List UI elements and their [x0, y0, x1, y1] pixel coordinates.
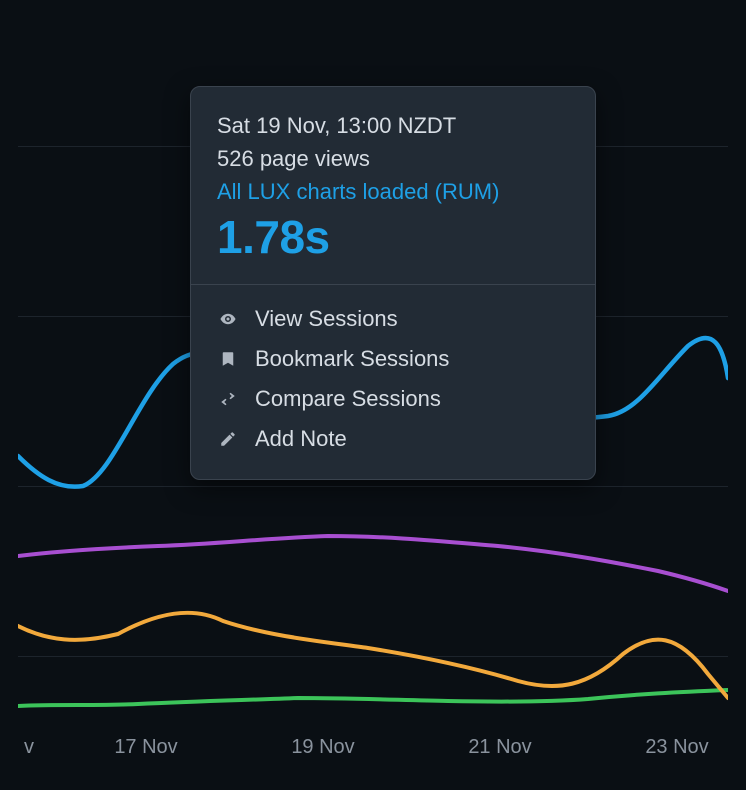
- bookmark-icon: [217, 348, 239, 370]
- bookmark-sessions-label: Bookmark Sessions: [255, 346, 449, 372]
- x-tick: 23 Nov: [645, 736, 708, 759]
- series-3-line: [18, 613, 728, 698]
- pencil-icon: [217, 428, 239, 450]
- tooltip-pageviews: 526 page views: [217, 142, 569, 175]
- x-tick: 17 Nov: [114, 736, 177, 759]
- series-2-line: [18, 536, 728, 591]
- x-tick: v: [24, 736, 34, 759]
- tooltip-header: Sat 19 Nov, 13:00 NZDT 526 page views Al…: [191, 87, 595, 285]
- tooltip-metric-name: All LUX charts loaded (RUM): [217, 175, 569, 208]
- add-note-action[interactable]: Add Note: [217, 419, 569, 459]
- series-4-line: [18, 690, 728, 706]
- eye-icon: [217, 308, 239, 330]
- bookmark-sessions-action[interactable]: Bookmark Sessions: [217, 339, 569, 379]
- tooltip-timestamp: Sat 19 Nov, 13:00 NZDT: [217, 109, 569, 142]
- x-tick: 21 Nov: [468, 736, 531, 759]
- compare-sessions-action[interactable]: Compare Sessions: [217, 379, 569, 419]
- chart-frame: v 17 Nov 19 Nov 21 Nov 23 Nov Sat 19 Nov…: [18, 16, 728, 774]
- view-sessions-label: View Sessions: [255, 306, 398, 332]
- chart-tooltip: Sat 19 Nov, 13:00 NZDT 526 page views Al…: [190, 86, 596, 480]
- swap-icon: [217, 388, 239, 410]
- tooltip-value: 1.78s: [217, 210, 569, 264]
- compare-sessions-label: Compare Sessions: [255, 386, 441, 412]
- view-sessions-action[interactable]: View Sessions: [217, 299, 569, 339]
- x-tick: 19 Nov: [291, 736, 354, 759]
- add-note-label: Add Note: [255, 426, 347, 452]
- x-axis: v 17 Nov 19 Nov 21 Nov 23 Nov: [18, 736, 728, 766]
- tooltip-actions: View Sessions Bookmark Sessions Compare …: [191, 285, 595, 479]
